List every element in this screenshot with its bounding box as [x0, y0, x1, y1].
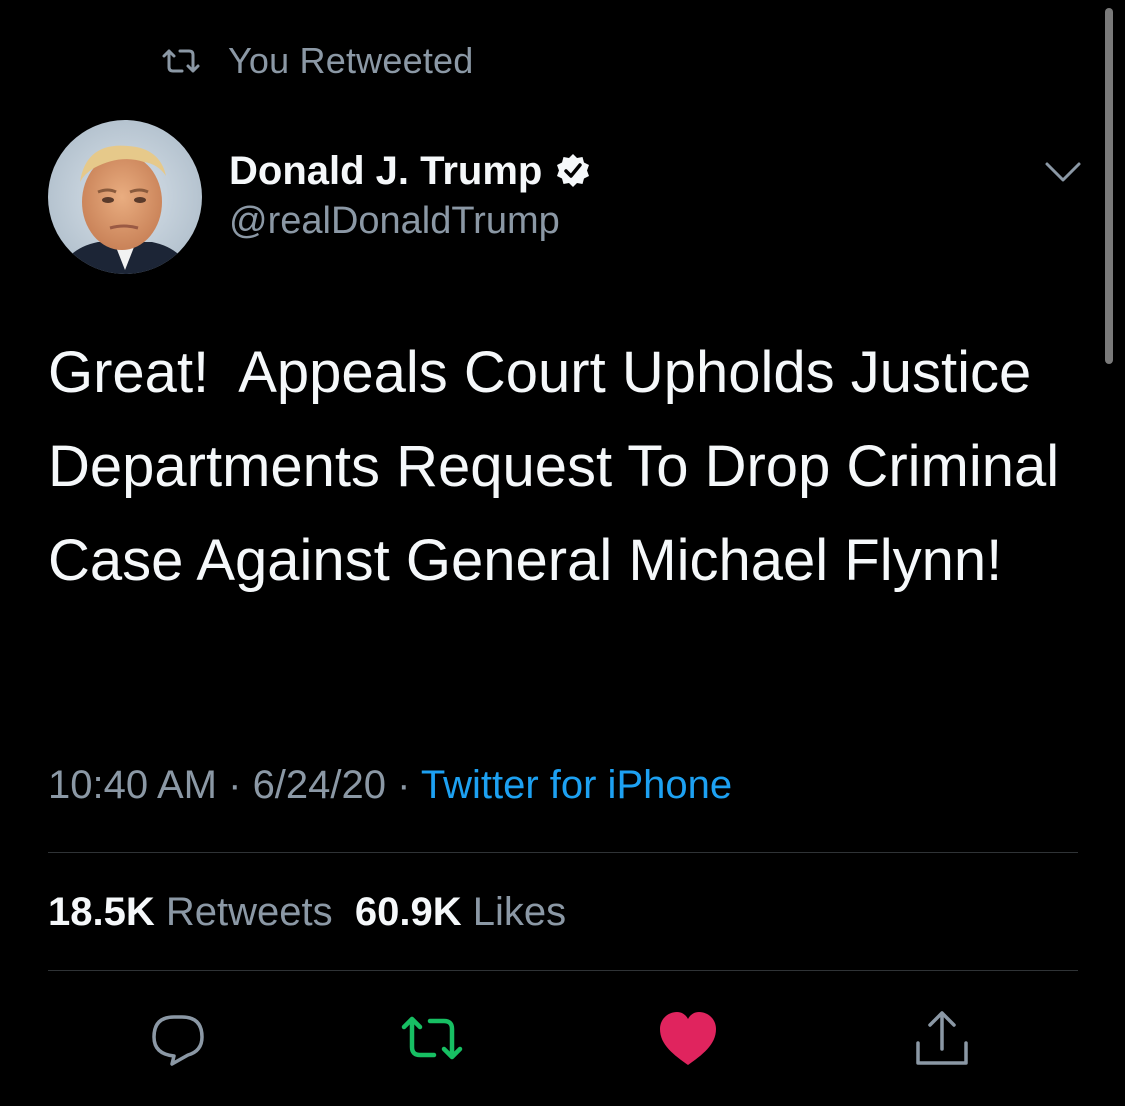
tweet-time: 10:40 AM — [48, 763, 218, 807]
like-button[interactable] — [656, 1007, 720, 1071]
divider — [48, 970, 1078, 971]
retweets-stat[interactable]: 18.5K Retweets — [48, 890, 333, 934]
scrollbar[interactable] — [1105, 8, 1113, 364]
tweet-meta: 10:40 AM · 6/24/20 · Twitter for iPhone — [48, 763, 732, 808]
reply-icon — [146, 1007, 210, 1071]
verified-badge-icon — [554, 152, 592, 190]
author-name-row[interactable]: Donald J. Trump — [229, 145, 592, 197]
retweets-label: Retweets — [165, 890, 333, 934]
retweet-icon — [160, 47, 202, 75]
avatar[interactable] — [48, 120, 202, 274]
tweet-text: Great! Appeals Court Upholds Justice Dep… — [48, 340, 1076, 593]
tweet-stats: 18.5K Retweets 60.9K Likes — [48, 890, 566, 935]
heart-icon — [656, 1007, 720, 1071]
tweet-source-link[interactable]: Twitter for iPhone — [421, 763, 732, 807]
chevron-down-icon[interactable] — [1043, 156, 1083, 188]
likes-stat[interactable]: 60.9K Likes — [355, 890, 566, 934]
divider — [48, 852, 1078, 853]
author-display-name[interactable]: Donald J. Trump — [229, 149, 542, 194]
share-icon — [910, 1007, 974, 1071]
tweet-date: 6/24/20 — [252, 763, 387, 807]
author-handle[interactable]: @realDonaldTrump — [229, 200, 560, 243]
retweets-count: 18.5K — [48, 890, 155, 934]
retweet-context-label: You Retweeted — [228, 40, 474, 81]
retweet-icon — [400, 1007, 464, 1071]
likes-count: 60.9K — [354, 890, 462, 934]
likes-label: Likes — [472, 890, 567, 934]
meta-separator: · — [386, 763, 421, 807]
reply-button[interactable] — [146, 1007, 210, 1071]
share-button[interactable] — [910, 1007, 974, 1071]
meta-separator: · — [217, 763, 253, 807]
retweet-button[interactable] — [400, 1007, 464, 1071]
retweet-context: You Retweeted — [160, 38, 473, 84]
